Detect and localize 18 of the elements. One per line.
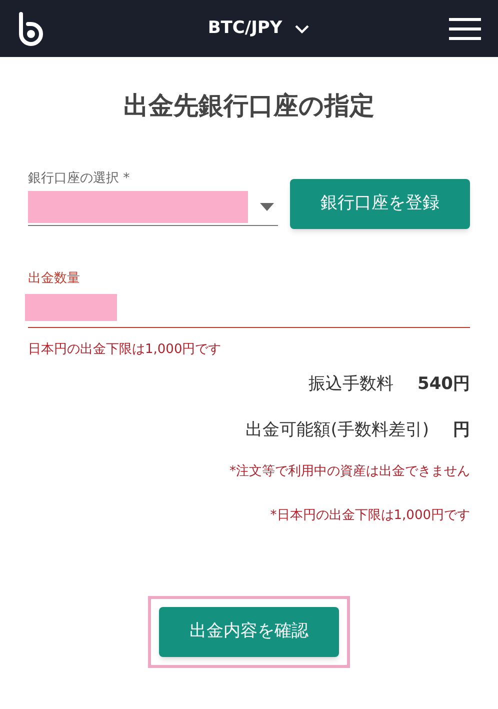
note-text: *注文等で利用中の資産は出金できません [230, 462, 470, 480]
summary-label: 出金可能額(手数料差引) [246, 419, 429, 442]
field-label: 銀行口座の選択 * [28, 170, 131, 188]
summary-label: 振込手数料 [308, 372, 394, 396]
confirm-button[interactable]: 出金内容を確認 [159, 606, 339, 656]
dropdown-arrow-icon [260, 202, 274, 210]
page-title: 出金先銀行口座の指定 [122, 90, 376, 122]
field-label: 出金数量 [28, 270, 81, 288]
summary-value: 円 [453, 419, 470, 442]
menu-icon[interactable] [448, 16, 482, 40]
register-bank-button[interactable]: 銀行口座を登録 [290, 178, 470, 228]
bank-account-select[interactable] [28, 188, 278, 226]
error-message: 日本円の出金下限は1,000円です [28, 341, 222, 359]
logo-icon[interactable] [16, 12, 46, 46]
summary-value: 540円 [418, 372, 470, 396]
pair-selector[interactable]: BTC/JPY [208, 16, 310, 42]
note-text: *日本円の出金下限は1,000円です [270, 507, 470, 525]
chevron-down-icon [294, 24, 310, 34]
